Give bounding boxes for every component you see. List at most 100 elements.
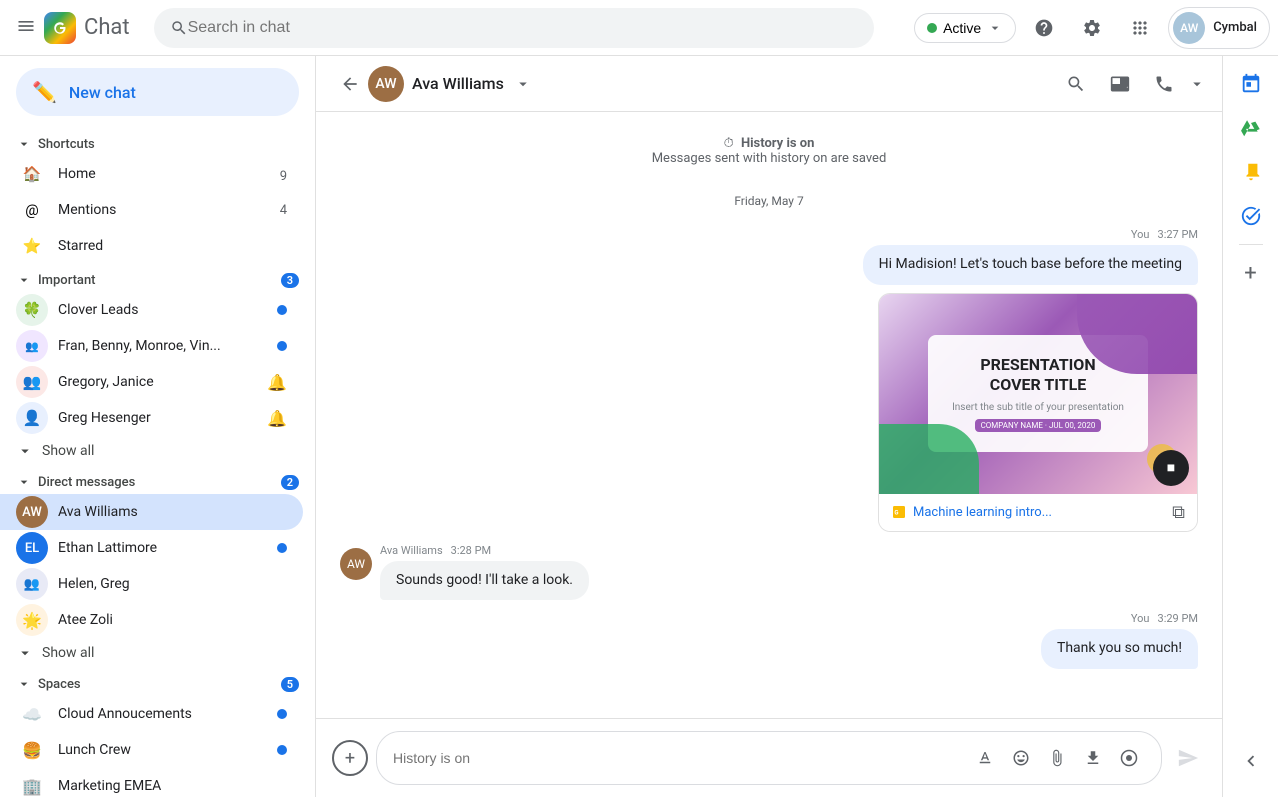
dm-section-header[interactable]: Direct messages 2 bbox=[0, 466, 315, 494]
cloud-announcements-badge bbox=[277, 709, 287, 719]
fran-group-icon: 👥 bbox=[16, 330, 48, 362]
msg-1-sender: You bbox=[1131, 228, 1150, 241]
msg-3-meta: You 3:29 PM bbox=[1131, 612, 1198, 625]
back-button[interactable] bbox=[332, 66, 368, 102]
expand-sidebar-icon[interactable] bbox=[1231, 741, 1271, 781]
help-icon[interactable] bbox=[1024, 8, 1064, 48]
message-input-box[interactable] bbox=[376, 731, 1162, 785]
sidebar-item-atee-zoli[interactable]: 🌟 Atee Zoli bbox=[0, 602, 303, 638]
spaces-section-header[interactable]: Spaces 5 bbox=[0, 668, 315, 696]
stop-button[interactable]: ■ bbox=[1153, 450, 1189, 486]
gregory-janice-label: Gregory, Janice bbox=[58, 374, 257, 390]
sidebar-item-home[interactable]: 🏠 Home 9 bbox=[0, 156, 303, 192]
important-section-header[interactable]: Important 3 bbox=[0, 264, 315, 292]
new-chat-label: New chat bbox=[69, 83, 136, 102]
calendar-icon[interactable] bbox=[1231, 64, 1271, 104]
mentions-label: Mentions bbox=[58, 202, 270, 218]
clover-leads-badge bbox=[277, 305, 287, 315]
chat-actions bbox=[1056, 64, 1206, 104]
sidebar-item-marketing-emea[interactable]: 🏢 Marketing EMEA bbox=[0, 768, 303, 797]
sidebar-item-ethan-lattimore[interactable]: EL Ethan Lattimore bbox=[0, 530, 303, 566]
atee-zoli-label: Atee Zoli bbox=[58, 612, 287, 628]
ava-williams-icon: AW bbox=[16, 496, 48, 528]
sidebar-item-fran-group[interactable]: 👥 Fran, Benny, Monroe, Vin... bbox=[0, 328, 303, 364]
spaces-badge: 5 bbox=[281, 677, 299, 692]
apps-icon[interactable] bbox=[1120, 8, 1160, 48]
dm-show-all-label: Show all bbox=[42, 645, 94, 661]
sidebar-item-starred[interactable]: ⭐ Starred bbox=[0, 228, 303, 264]
active-status-button[interactable]: Active bbox=[914, 13, 1016, 43]
home-icon: 🏠 bbox=[16, 158, 48, 190]
sidebar-item-greg-hesenger[interactable]: 👤 Greg Hesenger 🔔 bbox=[0, 400, 303, 436]
starred-icon: ⭐ bbox=[16, 230, 48, 262]
settings-icon[interactable] bbox=[1072, 8, 1112, 48]
fran-group-label: Fran, Benny, Monroe, Vin... bbox=[58, 338, 267, 354]
video-call-icon[interactable] bbox=[1100, 64, 1140, 104]
left-sidebar: ✏️ New chat Shortcuts 🏠 Home 9 @ Mention… bbox=[0, 56, 316, 797]
new-chat-icon: ✏️ bbox=[32, 80, 57, 104]
search-bar[interactable] bbox=[154, 8, 874, 48]
shortcuts-section[interactable]: Shortcuts bbox=[0, 128, 315, 156]
attachment-card[interactable]: PRESENTATIONCOVER TITLE Insert the sub t… bbox=[878, 293, 1198, 532]
menu-icon[interactable] bbox=[8, 8, 44, 48]
keep-icon[interactable] bbox=[1231, 152, 1271, 192]
messages-container: ⏱ History is on Messages sent with histo… bbox=[316, 112, 1222, 718]
meet-icon[interactable] bbox=[1113, 742, 1145, 774]
sidebar-item-mentions[interactable]: @ Mentions 4 bbox=[0, 192, 303, 228]
marketing-emea-icon: 🏢 bbox=[16, 770, 48, 797]
attachment-footer: G Machine learning intro... ⧉ bbox=[879, 494, 1197, 531]
sidebar-item-helen-greg[interactable]: 👥 Helen, Greg bbox=[0, 566, 303, 602]
ethan-lattimore-icon: EL bbox=[16, 532, 48, 564]
right-add-button[interactable]: + bbox=[1231, 253, 1271, 293]
gregory-janice-icon: 👥 bbox=[16, 366, 48, 398]
new-chat-button[interactable]: ✏️ New chat bbox=[16, 68, 299, 116]
upload-icon[interactable] bbox=[1077, 742, 1109, 774]
incoming-msg-content: Ava Williams 3:28 PM Sounds good! I'll t… bbox=[380, 544, 589, 601]
contact-chevron-icon bbox=[514, 75, 532, 93]
presentation-subtitle: Insert the sub title of your presentatio… bbox=[952, 402, 1124, 413]
important-show-all-button[interactable]: Show all bbox=[0, 436, 315, 466]
sidebar-item-cloud-announcements[interactable]: ☁️ Cloud Annoucements bbox=[0, 696, 303, 732]
helen-greg-icon: 👥 bbox=[16, 568, 48, 600]
sidebar-item-gregory-janice[interactable]: 👥 Gregory, Janice 🔔 bbox=[0, 364, 303, 400]
important-label: Important bbox=[38, 273, 96, 288]
message-input[interactable] bbox=[393, 750, 961, 766]
emoji-icon[interactable] bbox=[1005, 742, 1037, 774]
msg-1-attachment[interactable]: PRESENTATIONCOVER TITLE Insert the sub t… bbox=[878, 293, 1198, 532]
phone-icon[interactable] bbox=[1144, 64, 1184, 104]
add-button[interactable]: + bbox=[332, 740, 368, 776]
svg-text:G: G bbox=[894, 510, 898, 517]
sidebar-item-ava-williams[interactable]: AW Ava Williams bbox=[0, 494, 303, 530]
sidebar-item-lunch-crew[interactable]: 🍔 Lunch Crew bbox=[0, 732, 303, 768]
cloud-announcements-icon: ☁️ bbox=[16, 698, 48, 730]
cloud-announcements-label: Cloud Annoucements bbox=[58, 706, 267, 722]
ava-williams-label: Ava Williams bbox=[58, 504, 287, 520]
avatar: AW bbox=[1173, 12, 1205, 44]
drive-icon[interactable] bbox=[1231, 108, 1271, 148]
msg-3-time: 3:29 PM bbox=[1158, 612, 1198, 625]
dm-show-all-button[interactable]: Show all bbox=[0, 638, 315, 668]
contact-header[interactable]: AW Ava Williams bbox=[368, 66, 1056, 102]
greg-hesenger-label: Greg Hesenger bbox=[58, 410, 257, 426]
chat-search-icon[interactable] bbox=[1056, 64, 1096, 104]
slides-icon: G bbox=[891, 504, 907, 520]
copy-link-icon[interactable]: ⧉ bbox=[1172, 502, 1185, 523]
dm-header-left: Direct messages bbox=[16, 474, 135, 490]
clover-leads-icon: 🍀 bbox=[16, 294, 48, 326]
tasks-icon[interactable] bbox=[1231, 196, 1271, 236]
shortcuts-header: Shortcuts bbox=[16, 136, 95, 152]
sidebar-item-clover-leads[interactable]: 🍀 Clover Leads bbox=[0, 292, 303, 328]
msg-2-meta: Ava Williams 3:28 PM bbox=[380, 544, 589, 557]
clover-leads-label: Clover Leads bbox=[58, 302, 267, 318]
spaces-label: Spaces bbox=[38, 677, 81, 692]
marketing-emea-label: Marketing EMEA bbox=[58, 778, 287, 794]
attachment-icon[interactable] bbox=[1041, 742, 1073, 774]
format-text-icon[interactable] bbox=[969, 742, 1001, 774]
send-button[interactable] bbox=[1170, 740, 1206, 776]
search-input[interactable] bbox=[188, 19, 858, 37]
home-label: Home bbox=[58, 166, 270, 182]
atee-zoli-icon: 🌟 bbox=[16, 604, 48, 636]
contact-avatar: AW bbox=[368, 66, 404, 102]
input-area: + bbox=[316, 718, 1222, 797]
account-button[interactable]: AW Cymbal bbox=[1168, 7, 1270, 49]
